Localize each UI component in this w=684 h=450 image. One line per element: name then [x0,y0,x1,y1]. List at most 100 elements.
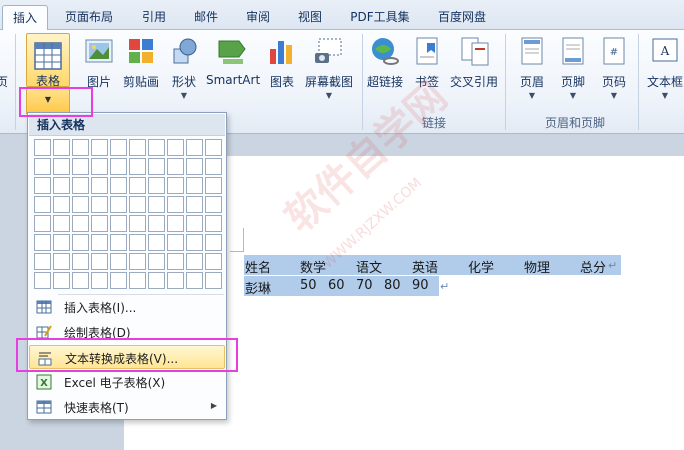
grid-cell[interactable] [53,196,70,213]
cell-physics-value[interactable]: 90 [412,278,429,293]
tab-page-layout[interactable]: 页面布局 [58,5,120,30]
grid-cell[interactable] [148,158,165,175]
grid-cell[interactable] [91,158,108,175]
grid-cell[interactable] [110,196,127,213]
grid-cell[interactable] [148,234,165,251]
grid-cell[interactable] [186,139,203,156]
grid-cell[interactable] [148,177,165,194]
grid-cell[interactable] [148,139,165,156]
grid-cell[interactable] [72,272,89,289]
grid-cell[interactable] [186,253,203,270]
grid-cell[interactable] [110,158,127,175]
grid-cell[interactable] [34,253,51,270]
screenshot-button[interactable]: 屏幕截图 ▼ [302,33,356,111]
cell-chemistry-header[interactable]: 化学 [468,257,494,276]
grid-cell[interactable] [34,177,51,194]
grid-cell[interactable] [72,158,89,175]
grid-cell[interactable] [53,272,70,289]
grid-cell[interactable] [129,253,146,270]
tab-view[interactable]: 视图 [290,5,330,30]
header-button[interactable]: 页眉 ▼ [512,33,552,111]
grid-cell[interactable] [72,215,89,232]
grid-cell[interactable] [129,196,146,213]
grid-cell[interactable] [205,272,222,289]
grid-cell[interactable] [53,177,70,194]
grid-cell[interactable] [205,177,222,194]
grid-cell[interactable] [34,139,51,156]
grid-cell[interactable] [205,253,222,270]
table-button[interactable]: 表格 [26,33,70,88]
cell-chemistry-value[interactable]: 80 [384,278,401,293]
grid-cell[interactable] [91,215,108,232]
grid-cell[interactable] [148,272,165,289]
grid-cell[interactable] [148,215,165,232]
grid-cell[interactable] [129,215,146,232]
footer-button[interactable]: 页脚 ▼ [553,33,593,111]
cover-page-button-partial[interactable]: 页 [0,33,12,111]
grid-cell[interactable] [186,177,203,194]
tab-mailings[interactable]: 邮件 [186,5,226,30]
grid-cell[interactable] [167,196,184,213]
grid-cell[interactable] [205,139,222,156]
cell-physics-header[interactable]: 物理 [524,257,550,276]
grid-cell[interactable] [129,177,146,194]
menu-insert-table[interactable]: 插入表格(I)... [29,295,225,319]
grid-cell[interactable] [129,139,146,156]
grid-cell[interactable] [110,253,127,270]
grid-cell[interactable] [72,177,89,194]
grid-cell[interactable] [129,234,146,251]
grid-cell[interactable] [91,177,108,194]
grid-cell[interactable] [205,158,222,175]
grid-cell[interactable] [110,215,127,232]
grid-cell[interactable] [91,253,108,270]
page-number-button[interactable]: # 页码 ▼ [594,33,634,111]
grid-cell[interactable] [110,177,127,194]
smartart-button[interactable]: SmartArt [206,33,260,111]
grid-cell[interactable] [205,234,222,251]
menu-excel-spreadsheet[interactable]: X Excel 电子表格(X) [29,370,225,394]
grid-cell[interactable] [110,139,127,156]
grid-cell[interactable] [167,234,184,251]
clipart-button[interactable]: 剪贴画 [120,33,162,111]
grid-cell[interactable] [167,253,184,270]
tab-baidu-netdisk[interactable]: 百度网盘 [430,5,494,30]
grid-cell[interactable] [34,272,51,289]
grid-cell[interactable] [72,139,89,156]
grid-cell[interactable] [53,234,70,251]
grid-cell[interactable] [53,139,70,156]
grid-cell[interactable] [186,215,203,232]
grid-cell[interactable] [34,158,51,175]
grid-cell[interactable] [167,139,184,156]
grid-cell[interactable] [34,234,51,251]
grid-cell[interactable] [186,272,203,289]
grid-cell[interactable] [148,253,165,270]
grid-cell[interactable] [167,158,184,175]
grid-cell[interactable] [53,253,70,270]
grid-cell[interactable] [129,272,146,289]
cell-english-value[interactable]: 70 [356,278,373,293]
grid-cell[interactable] [205,215,222,232]
tab-review[interactable]: 审阅 [238,5,278,30]
grid-cell[interactable] [167,215,184,232]
chart-button[interactable]: 图表 [264,33,300,111]
grid-cell[interactable] [205,196,222,213]
grid-cell[interactable] [91,234,108,251]
grid-cell[interactable] [167,177,184,194]
text-box-button[interactable]: A 文本框 ▼ [642,33,684,111]
menu-quick-tables[interactable]: 快速表格(T) ▶ [29,395,225,419]
grid-cell[interactable] [110,272,127,289]
cross-reference-button[interactable]: 交叉引用 [448,33,500,111]
tab-references[interactable]: 引用 [134,5,174,30]
cell-name-value[interactable]: 彭琳 [245,278,271,297]
grid-cell[interactable] [53,158,70,175]
grid-cell[interactable] [53,215,70,232]
grid-cell[interactable] [91,196,108,213]
grid-cell[interactable] [34,215,51,232]
tab-pdf-tools[interactable]: PDF工具集 [344,5,416,30]
cell-chinese-value[interactable]: 60 [328,278,345,293]
tab-insert[interactable]: 插入 [2,5,48,31]
cell-total-header[interactable]: 总分 [580,257,606,276]
cell-math-value[interactable]: 50 [300,278,317,293]
grid-cell[interactable] [167,272,184,289]
grid-cell[interactable] [129,158,146,175]
